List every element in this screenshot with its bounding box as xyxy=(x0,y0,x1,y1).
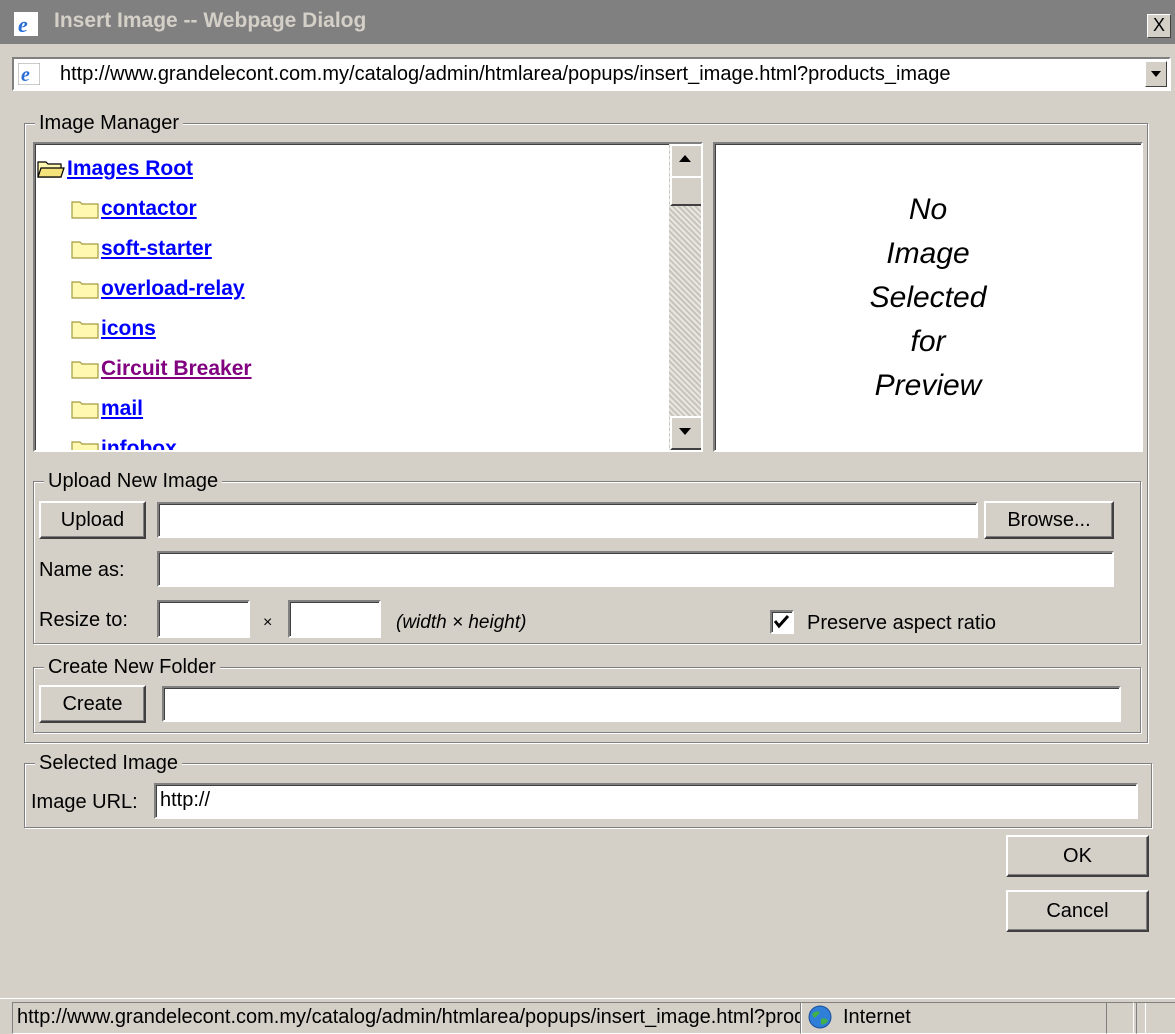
preserve-aspect-label: Preserve aspect ratio xyxy=(807,612,996,634)
tree-folder-item[interactable]: soft-starter xyxy=(71,232,212,266)
resize-label: Resize to: xyxy=(39,609,128,631)
svg-text:e: e xyxy=(18,12,28,36)
arrow-down-icon xyxy=(679,428,691,435)
ok-button[interactable]: OK xyxy=(1006,835,1149,877)
title-bar[interactable]: e Insert Image -- Webpage Dialog X xyxy=(0,0,1175,44)
status-cell-empty-2 xyxy=(1136,1002,1175,1034)
height-input[interactable] xyxy=(288,600,381,638)
tree-folder-link[interactable]: icons xyxy=(101,317,156,341)
image-url-input[interactable]: http:// xyxy=(154,783,1138,819)
svg-text:e: e xyxy=(21,64,30,85)
preview-line: No xyxy=(908,193,948,226)
upload-legend: Upload New Image xyxy=(44,470,223,492)
folder-icon xyxy=(71,201,99,219)
tree-folder-link[interactable]: overload-relay xyxy=(101,277,245,301)
folder-icon xyxy=(71,241,99,259)
selected-image-legend: Selected Image xyxy=(35,752,182,774)
address-dropdown-button[interactable] xyxy=(1145,61,1167,87)
status-cell-empty-1 xyxy=(1106,1002,1134,1034)
preview-message: No Image Selected for Preview xyxy=(715,144,1141,408)
cancel-button[interactable]: Cancel xyxy=(1006,890,1149,932)
dimensions-hint: (width × height) xyxy=(396,612,527,633)
preview-line: Selected xyxy=(869,281,987,314)
name-as-label: Name as: xyxy=(39,559,125,581)
create-folder-button[interactable]: Create xyxy=(39,685,146,723)
ie-page-icon: e xyxy=(18,63,40,85)
address-url: http://www.grandelecont.com.my/catalog/a… xyxy=(60,63,951,85)
tree-folder-link[interactable]: infobox xyxy=(101,437,177,450)
folder-icon xyxy=(71,361,99,379)
checkmark-icon xyxy=(773,614,790,629)
address-bar[interactable]: e http://www.grandelecont.com.my/catalog… xyxy=(12,57,1171,91)
tree-folder-link[interactable]: mail xyxy=(101,397,143,421)
status-bar: http://www.grandelecont.com.my/catalog/a… xyxy=(0,998,1175,1034)
preserve-aspect-checkbox[interactable] xyxy=(770,610,794,634)
upload-button[interactable]: Upload xyxy=(39,501,146,539)
close-button[interactable]: X xyxy=(1147,14,1171,38)
tree-root[interactable]: Images Root xyxy=(37,152,193,186)
folder-icon xyxy=(71,441,99,450)
folder-tree[interactable]: Images Root contactor soft-starter overloa… xyxy=(33,142,703,452)
tree-root-link[interactable]: Images Root xyxy=(67,157,193,181)
browse-button[interactable]: Browse... xyxy=(984,501,1114,539)
tree-folder-link[interactable]: soft-starter xyxy=(101,237,212,261)
scroll-up-button[interactable] xyxy=(670,144,701,178)
close-icon: X xyxy=(1152,15,1165,35)
status-url: http://www.grandelecont.com.my/catalog/a… xyxy=(12,1002,802,1034)
tree-folder-link[interactable]: Circuit Breaker xyxy=(101,357,252,381)
width-input[interactable] xyxy=(157,600,250,638)
times-sign: × xyxy=(263,614,273,631)
arrow-up-icon xyxy=(679,155,691,162)
tree-folder-item[interactable]: Circuit Breaker xyxy=(71,352,252,386)
tree-folder-link[interactable]: contactor xyxy=(101,197,197,221)
globe-icon xyxy=(808,1005,832,1029)
chevron-down-icon xyxy=(1151,71,1161,77)
preview-line: Preview xyxy=(874,369,982,402)
preview-line: for xyxy=(910,325,946,358)
folder-name-input[interactable] xyxy=(162,686,1121,722)
image-manager-legend: Image Manager xyxy=(35,112,184,134)
create-folder-legend: Create New Folder xyxy=(44,656,220,678)
folder-icon xyxy=(71,281,99,299)
tree-folder-item[interactable]: mail xyxy=(71,392,143,426)
window-title: Insert Image -- Webpage Dialog xyxy=(54,9,367,32)
status-zone: Internet xyxy=(800,1002,1146,1034)
scroll-thumb[interactable] xyxy=(670,176,701,206)
ie-logo-icon: e xyxy=(14,12,38,36)
tree-folder-item[interactable]: contactor xyxy=(71,192,197,226)
folder-icon xyxy=(71,401,99,419)
status-zone-label: Internet xyxy=(843,1006,911,1028)
tree-scrollbar[interactable] xyxy=(669,144,701,450)
preview-line: Image xyxy=(886,237,970,270)
folder-icon xyxy=(71,321,99,339)
image-url-label: Image URL: xyxy=(31,791,138,813)
name-as-input[interactable] xyxy=(157,551,1114,587)
scroll-down-button[interactable] xyxy=(670,416,701,450)
tree-folder-item[interactable]: overload-relay xyxy=(71,272,245,306)
upload-file-input[interactable] xyxy=(157,502,978,538)
open-folder-icon xyxy=(37,161,65,178)
image-preview: No Image Selected for Preview xyxy=(713,142,1143,452)
tree-folder-item[interactable]: icons xyxy=(71,312,156,346)
tree-folder-item[interactable]: infobox xyxy=(71,432,177,450)
